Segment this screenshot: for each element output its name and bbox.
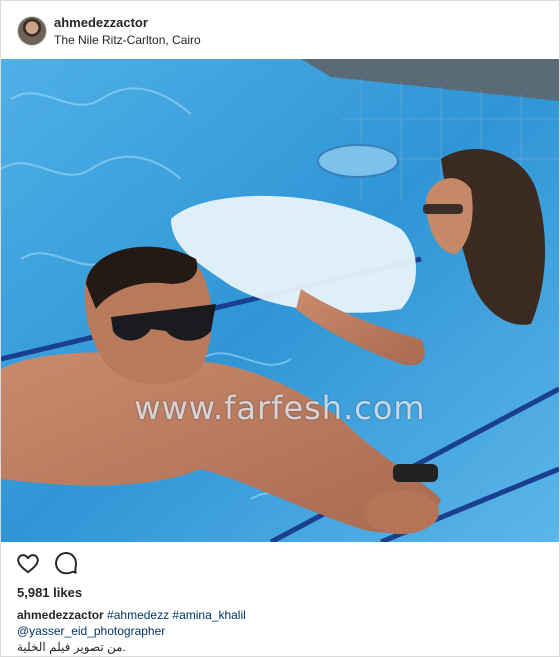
instagram-post: ahmedezzactor The Nile Ritz-Carlton, Cai… [0,0,560,657]
post-header: ahmedezzactor The Nile Ritz-Carlton, Cai… [1,1,559,60]
action-bar [15,550,79,578]
caption-username[interactable]: ahmedezzactor [17,608,104,622]
likes-count[interactable]: 5,981 likes [17,585,82,600]
location-link[interactable]: The Nile Ritz-Carlton, Cairo [54,33,201,47]
speech-bubble-icon[interactable] [53,550,79,576]
caption-text: .من تصوير فيلم الخلية [17,640,126,654]
heart-outline-icon[interactable] [15,550,41,576]
header-username[interactable]: ahmedezzactor [54,15,148,30]
post-photo[interactable]: www.farfesh.com [1,59,559,542]
pool-scene-image [1,59,559,542]
caption-mention[interactable]: @yasser_eid_photographer [17,623,547,639]
post-caption: ahmedezzactor #ahmedezz #amina_khalil @y… [17,607,547,655]
avatar[interactable] [17,16,47,46]
watermark-text: www.farfesh.com [134,389,426,427]
caption-hashtags[interactable]: #ahmedezz #amina_khalil [107,608,246,622]
